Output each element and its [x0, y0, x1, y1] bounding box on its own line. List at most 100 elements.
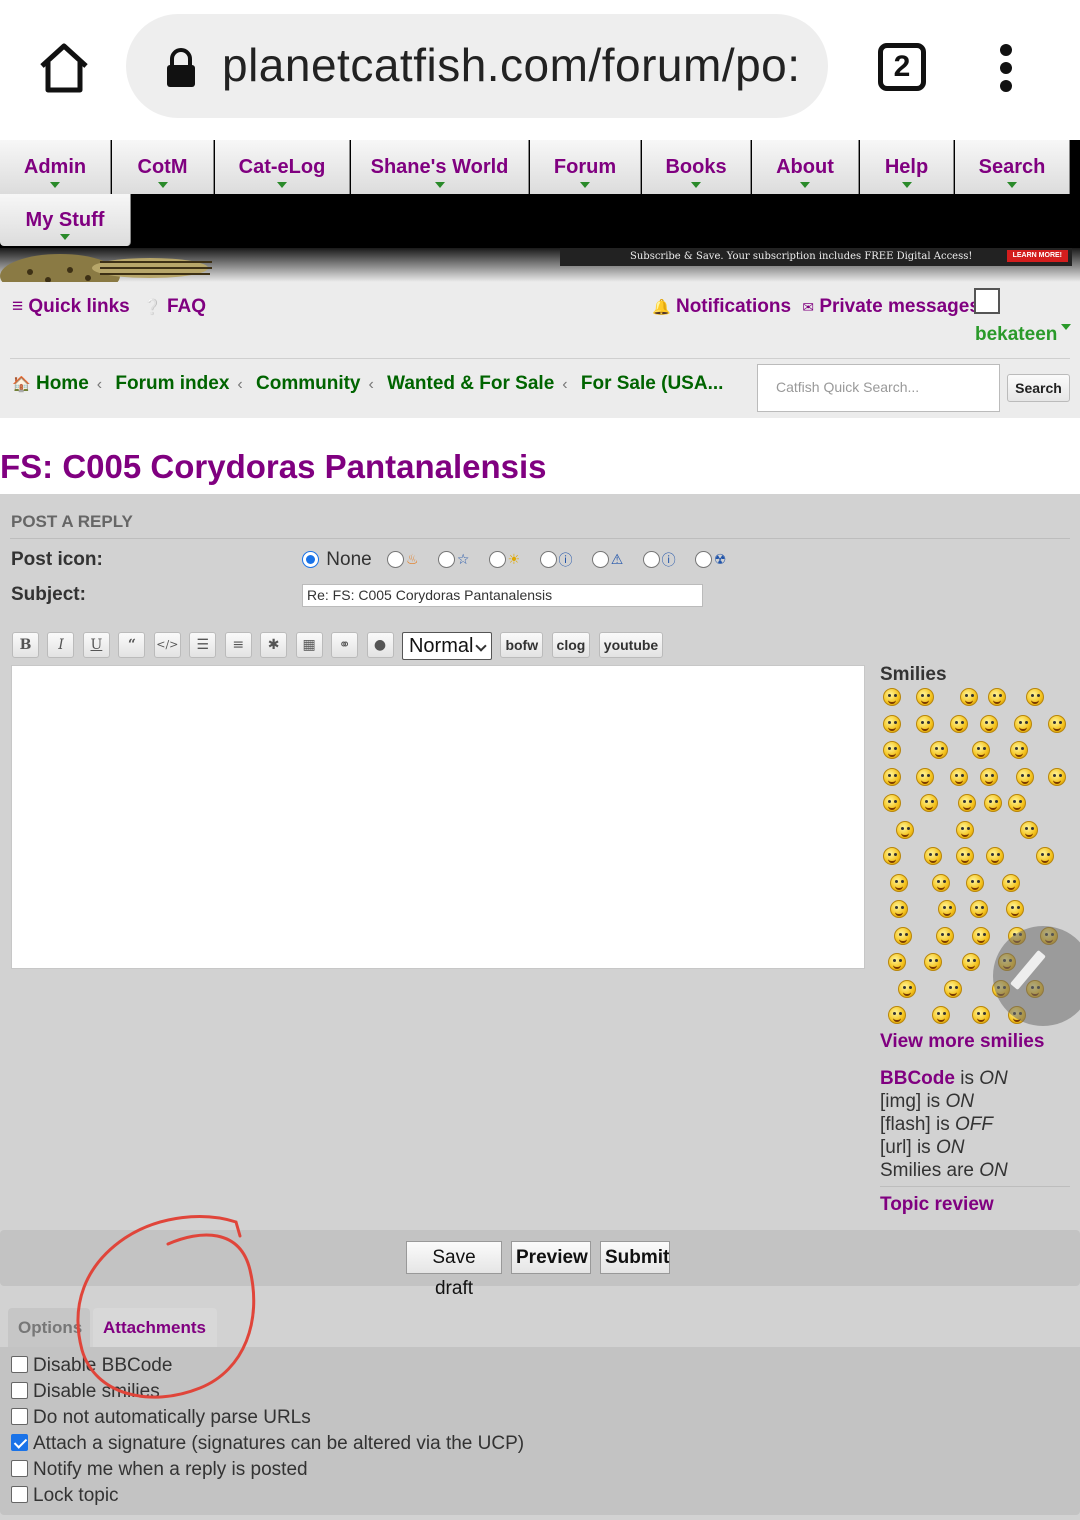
- smiley-icon[interactable]: [1020, 820, 1038, 839]
- smiley-icon[interactable]: [938, 900, 956, 918]
- smiley-icon[interactable]: [1016, 767, 1034, 786]
- nav-cat-elog[interactable]: Cat-eLog: [215, 140, 350, 194]
- smiley-icon[interactable]: [1048, 767, 1066, 786]
- option-row[interactable]: Lock topic: [11, 1485, 119, 1507]
- smiley-icon[interactable]: [972, 741, 990, 759]
- numbered-list-icon[interactable]: ≡: [224, 632, 252, 658]
- smiley-icon[interactable]: [972, 926, 990, 945]
- asterisk-icon[interactable]: ✱: [260, 632, 288, 658]
- clog-button[interactable]: clog: [551, 632, 591, 658]
- faq-link[interactable]: FAQ: [167, 296, 206, 317]
- smiley-icon[interactable]: [936, 926, 954, 945]
- smiley-icon[interactable]: [980, 767, 998, 786]
- smiley-icon[interactable]: [932, 873, 950, 892]
- option-checkbox[interactable]: [11, 1460, 28, 1477]
- smiley-icon[interactable]: [1026, 688, 1044, 706]
- quick-search-input[interactable]: Catfish Quick Search...: [757, 364, 1000, 412]
- tab-switcher-button[interactable]: 2: [878, 43, 926, 91]
- breadcrumb-for-sale-usa[interactable]: For Sale (USA...: [581, 373, 724, 394]
- smiley-icon[interactable]: [980, 714, 998, 733]
- address-bar[interactable]: planetcatfish.com/forum/po:: [126, 14, 828, 118]
- private-messages-link[interactable]: Private messages: [819, 296, 980, 317]
- smiley-icon[interactable]: [930, 741, 948, 759]
- smiley-icon[interactable]: [960, 688, 978, 706]
- breadcrumb-forum-index[interactable]: Forum index: [115, 373, 229, 394]
- smiley-icon[interactable]: [1036, 847, 1054, 865]
- smiley-icon[interactable]: [1014, 714, 1032, 733]
- smiley-icon[interactable]: [883, 794, 901, 812]
- learn-more-button[interactable]: LEARN MORE!: [1006, 250, 1068, 262]
- subscription-promo[interactable]: Subscribe & Save. Your subscription incl…: [560, 248, 1072, 266]
- smiley-icon[interactable]: [896, 820, 914, 839]
- smiley-icon[interactable]: [966, 873, 984, 892]
- smiley-icon[interactable]: [888, 953, 906, 971]
- youtube-button[interactable]: youtube: [598, 632, 664, 658]
- smiley-icon[interactable]: [888, 1006, 906, 1024]
- option-checkbox[interactable]: [11, 1486, 28, 1503]
- breadcrumb-community[interactable]: Community: [256, 373, 361, 394]
- option-checkbox[interactable]: [11, 1434, 28, 1451]
- link-icon[interactable]: ⚭: [331, 632, 359, 658]
- bold-button[interactable]: B: [12, 632, 39, 658]
- notifications-link[interactable]: Notifications: [676, 296, 791, 317]
- smiley-icon[interactable]: [986, 847, 1004, 865]
- smiley-icon[interactable]: [883, 688, 901, 706]
- tab-attachments[interactable]: Attachments: [93, 1308, 217, 1348]
- smiley-icon[interactable]: [1008, 794, 1026, 812]
- smiley-icon[interactable]: [1002, 873, 1020, 892]
- smiley-icon[interactable]: [950, 714, 968, 733]
- font-size-select[interactable]: Normal: [401, 632, 492, 660]
- smiley-icon[interactable]: [916, 688, 934, 706]
- option-checkbox[interactable]: [11, 1382, 28, 1399]
- save-draft-button[interactable]: Save draft: [406, 1241, 502, 1299]
- smiley-icon[interactable]: [950, 767, 968, 786]
- post-icon-warning-radio[interactable]: [591, 551, 609, 569]
- nav-my-stuff[interactable]: My Stuff: [0, 194, 131, 246]
- bofw-button[interactable]: bofw: [500, 632, 544, 658]
- post-icon-question-radio[interactable]: [539, 551, 557, 569]
- smiley-icon[interactable]: [962, 953, 980, 971]
- username-link[interactable]: bekateen: [975, 324, 1057, 346]
- menu-icon[interactable]: ≡: [12, 296, 23, 317]
- smiley-icon[interactable]: [924, 953, 942, 971]
- list-icon[interactable]: ☰: [189, 632, 217, 658]
- bbcode-help-link[interactable]: BBCode: [880, 1068, 955, 1089]
- nav-shanes-world[interactable]: Shane's World: [351, 140, 529, 194]
- post-icon-fire-radio[interactable]: [386, 551, 404, 569]
- nav-cotm[interactable]: CotM: [112, 140, 214, 194]
- smiley-icon[interactable]: [924, 847, 942, 865]
- overflow-menu-icon[interactable]: [996, 44, 1016, 94]
- nav-forum[interactable]: Forum: [530, 140, 641, 194]
- option-row[interactable]: Notify me when a reply is posted: [11, 1459, 308, 1481]
- smiley-icon[interactable]: [988, 688, 1006, 706]
- smiley-icon[interactable]: [883, 741, 901, 759]
- color-drop-icon[interactable]: ●: [366, 632, 394, 658]
- image-icon[interactable]: ▦: [295, 632, 323, 658]
- smiley-icon[interactable]: [932, 1006, 950, 1024]
- post-icon-radioactive-radio[interactable]: [694, 551, 712, 569]
- smiley-icon[interactable]: [944, 979, 962, 998]
- option-checkbox[interactable]: [11, 1356, 28, 1373]
- subject-input[interactable]: Re: FS: C005 Corydoras Pantanalensis: [302, 584, 703, 607]
- quick-links-link[interactable]: Quick links: [28, 296, 129, 317]
- smiley-icon[interactable]: [916, 767, 934, 786]
- option-row[interactable]: Disable smilies: [11, 1381, 160, 1403]
- tab-options[interactable]: Options: [8, 1308, 90, 1348]
- page-title[interactable]: FS: C005 Corydoras Pantanalensis: [0, 448, 547, 486]
- smiley-icon[interactable]: [956, 847, 974, 865]
- smiley-icon[interactable]: [956, 820, 974, 839]
- post-icon-info-radio[interactable]: [642, 551, 660, 569]
- chevron-down-icon[interactable]: [1061, 324, 1071, 330]
- smiley-icon[interactable]: [898, 979, 916, 998]
- smiley-icon[interactable]: [883, 847, 901, 865]
- smiley-icon[interactable]: [984, 794, 1002, 812]
- breadcrumb-wanted-for-sale[interactable]: Wanted & For Sale: [387, 373, 554, 394]
- smiley-icon[interactable]: [1010, 741, 1028, 759]
- smiley-icon[interactable]: [894, 926, 912, 945]
- option-row[interactable]: Do not automatically parse URLs: [11, 1407, 311, 1429]
- smiley-icon[interactable]: [970, 900, 988, 918]
- smiley-icon[interactable]: [920, 794, 938, 812]
- nav-search[interactable]: Search: [955, 140, 1070, 194]
- italic-button[interactable]: I: [47, 632, 75, 658]
- nav-about[interactable]: About: [752, 140, 859, 194]
